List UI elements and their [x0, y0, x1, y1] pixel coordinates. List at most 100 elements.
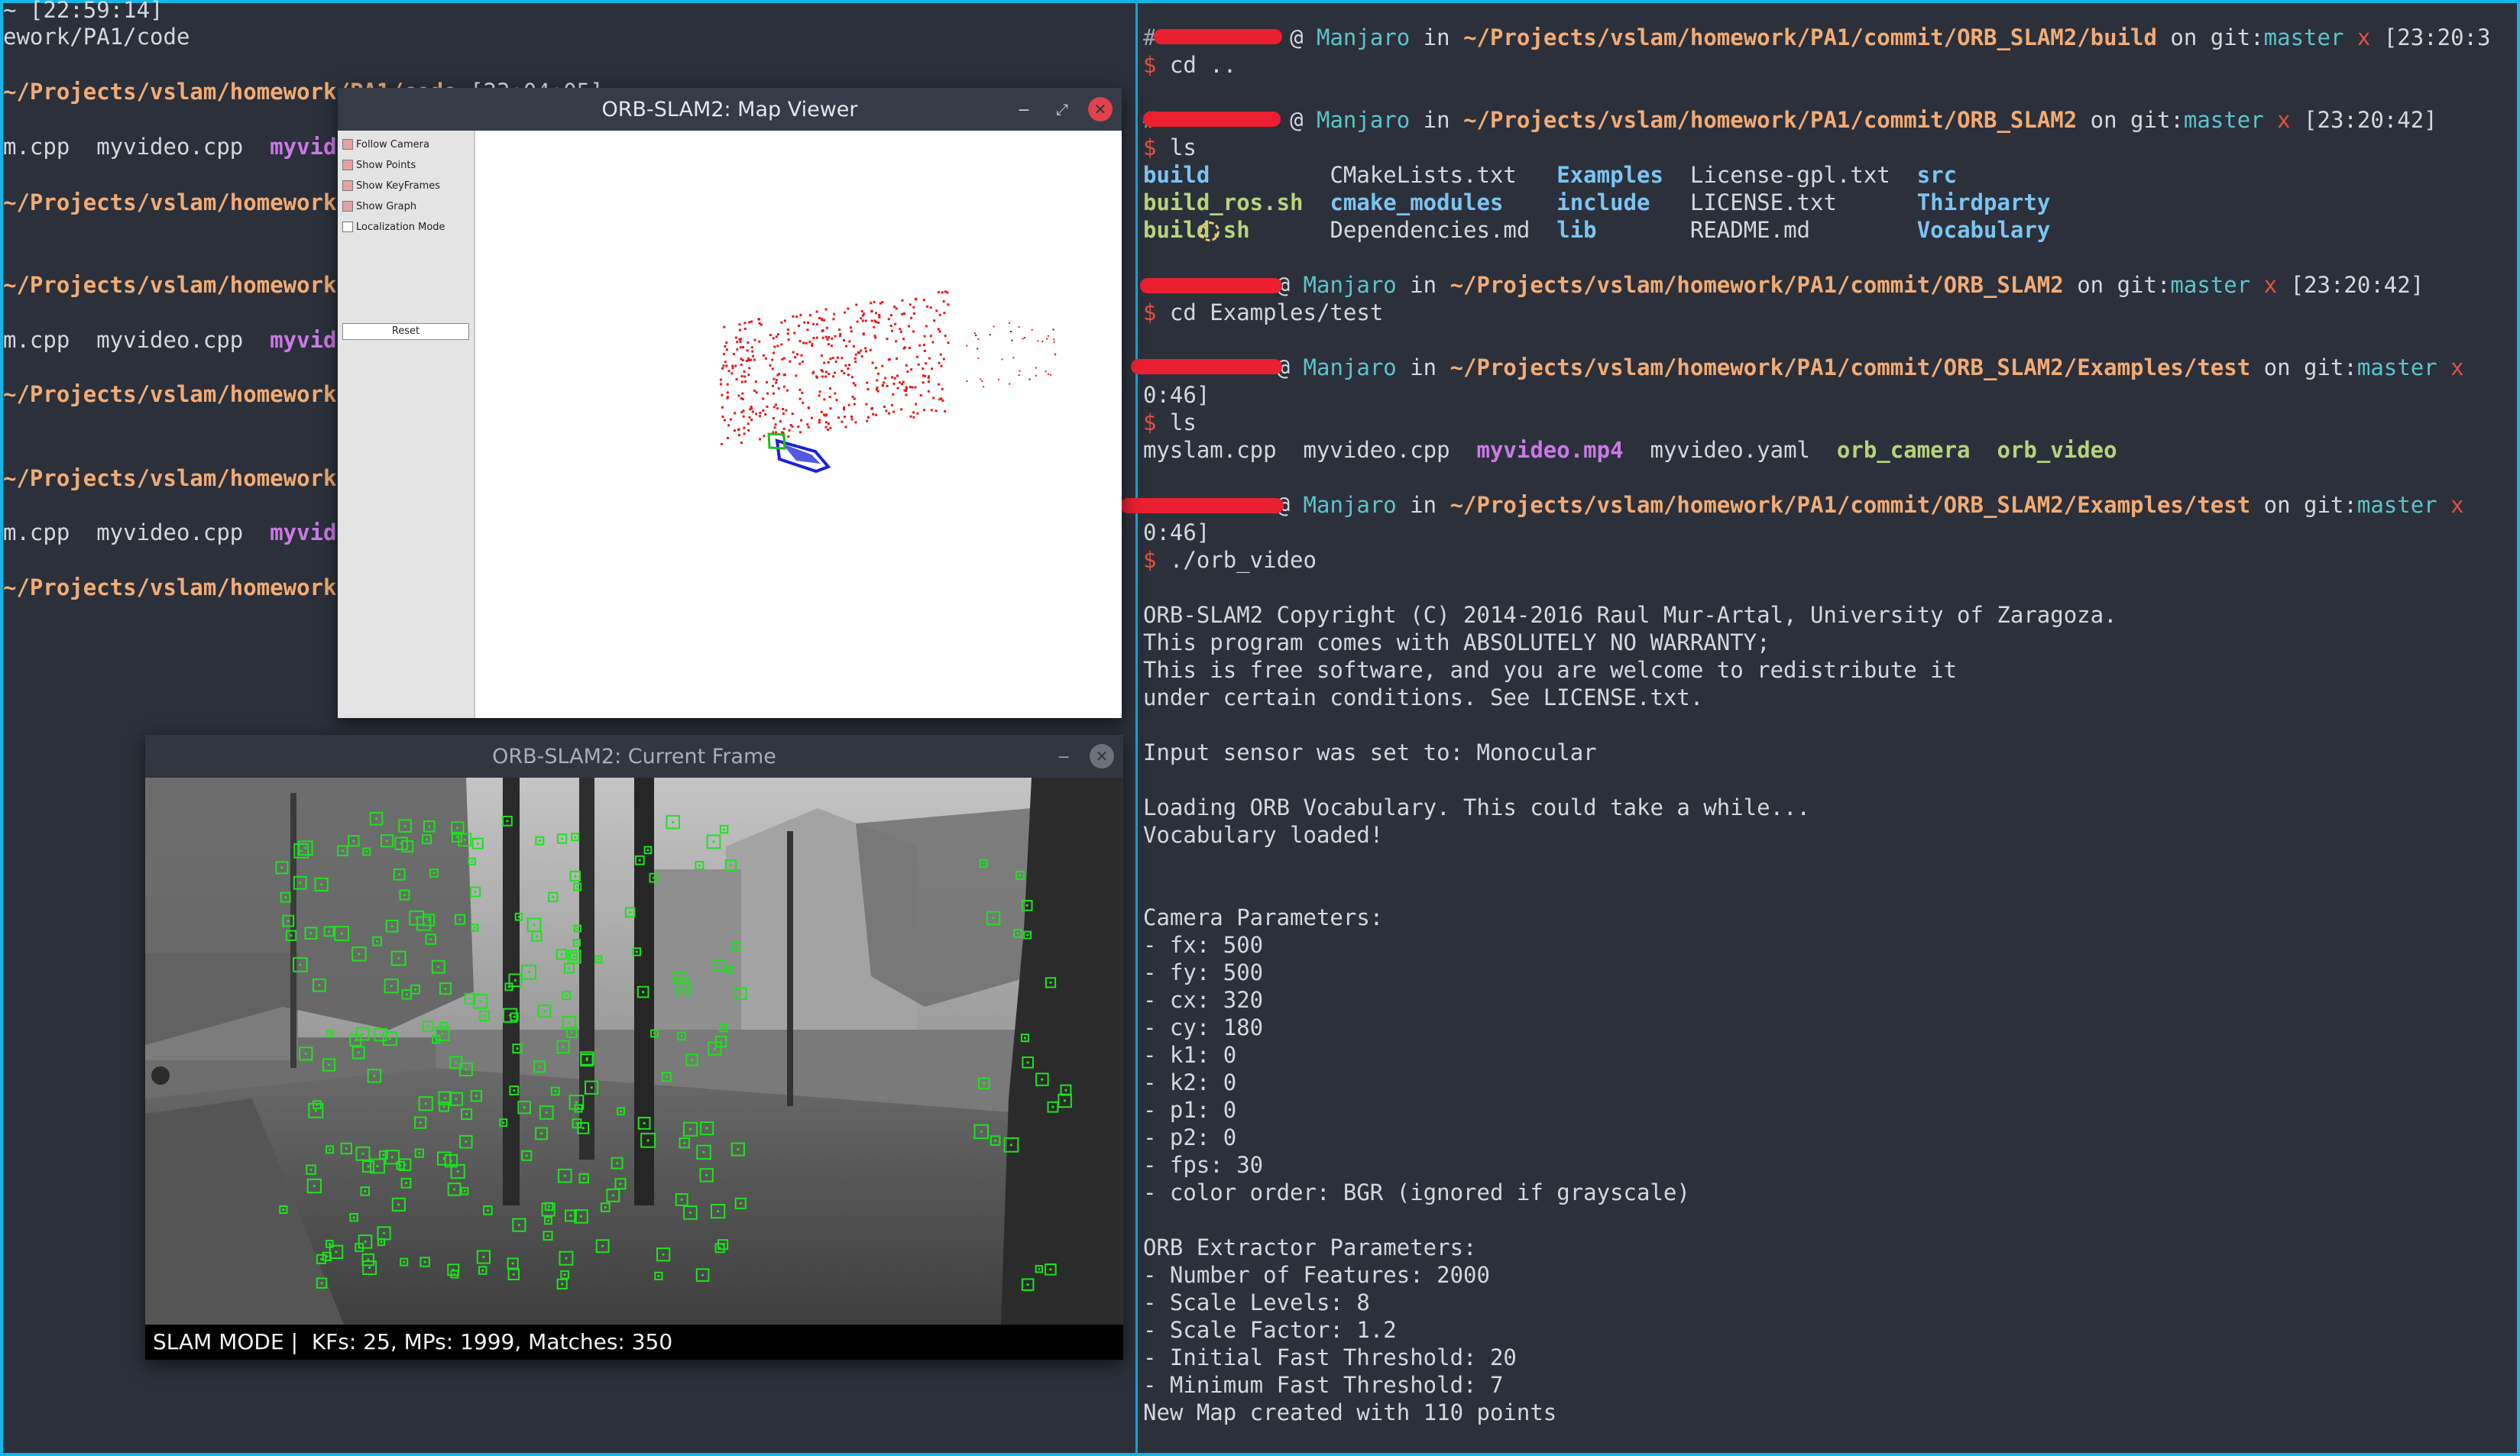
map-viewer-window[interactable]: ORB-SLAM2: Map Viewer ‒ ⤢ ✕ Follow Camer…: [338, 88, 1122, 718]
map-point: [835, 399, 838, 402]
map-point: [919, 394, 922, 396]
show-points-checkbox[interactable]: Show Points: [342, 156, 416, 174]
checkbox-box[interactable]: [342, 139, 353, 150]
map-canvas[interactable]: [475, 131, 1122, 718]
map-viewer-titlebar[interactable]: ORB-SLAM2: Map Viewer: [338, 88, 1122, 131]
terminal-text: master: [2170, 272, 2251, 298]
close-icon[interactable]: ✕: [1088, 97, 1113, 121]
map-point: [812, 322, 815, 325]
map-point: [849, 326, 852, 329]
current-frame-titlebar[interactable]: ORB-SLAM2: Current Frame: [145, 735, 1123, 778]
checkbox-label: Show KeyFrames: [356, 180, 441, 192]
map-point: [865, 403, 868, 406]
orb-keypoint-dot: [574, 836, 577, 839]
terminal-text: ~/Projects/vslam/homework/PA1/commit/ORB…: [1449, 354, 2251, 380]
orb-keypoint-dot: [646, 849, 649, 852]
terminal-text: - color order: BGR (ignored if grayscale…: [1143, 1179, 1690, 1205]
orb-keypoint-dot: [502, 1121, 505, 1124]
terminal-text: License-gpl.txt: [1663, 162, 1917, 188]
terminal-text: myslam.cpp myvideo.cpp: [1143, 437, 1477, 463]
orb-keypoint-dot: [643, 1121, 646, 1124]
terminal-text: ./orb_video: [1169, 547, 1317, 573]
map-point: [824, 335, 828, 338]
map-point: [852, 382, 855, 385]
checkbox-box[interactable]: [342, 222, 353, 232]
terminal-line: build_ros.sh cmake_modules include LICEN…: [1143, 189, 2050, 216]
orb-keypoint-dot: [1016, 932, 1019, 935]
map-point: [743, 370, 746, 373]
right-terminal[interactable]: # @ Manjaro in ~/Projects/vslam/homework…: [1143, 0, 2515, 1456]
maximize-icon[interactable]: ⤢: [1050, 97, 1074, 121]
show-graph-checkbox[interactable]: Show Graph: [342, 197, 416, 215]
terminal-text: cmake_modules: [1330, 189, 1504, 215]
minimize-icon[interactable]: ‒: [1012, 97, 1036, 121]
map-point: [740, 380, 743, 383]
map-point: [827, 429, 830, 431]
map-point: [823, 319, 826, 322]
orb-keypoint-dot: [616, 1162, 619, 1165]
map-point: [741, 392, 744, 395]
map-point: [815, 375, 818, 378]
terminal-text: $: [1143, 409, 1170, 435]
map-point: [787, 338, 790, 341]
localization-mode-checkbox[interactable]: Localization Mode: [342, 218, 445, 236]
map-point: [751, 350, 754, 353]
map-point: [909, 415, 912, 418]
map-point: [975, 335, 977, 337]
map-point: [923, 349, 926, 352]
checkbox-box[interactable]: [342, 180, 353, 191]
orb-keypoint-dot: [352, 840, 355, 843]
map-point: [769, 364, 772, 367]
map-point: [876, 379, 879, 382]
terminal-line: - Initial Fast Threshold: 20: [1143, 1344, 1517, 1371]
follow-camera-checkbox[interactable]: Follow Camera: [342, 135, 429, 154]
reset-button[interactable]: Reset: [342, 323, 469, 340]
current-frame-window[interactable]: ORB-SLAM2: Current Frame ‒ ✕ SLAM MODE |…: [145, 735, 1123, 1360]
minimize-icon[interactable]: ‒: [1051, 744, 1076, 768]
terminal-line: - p2: 0: [1143, 1124, 1236, 1151]
terminal-text: Camera Parameters:: [1143, 904, 1384, 930]
map-point: [834, 335, 837, 338]
orb-keypoint-dot: [390, 924, 394, 927]
orb-keypoint-dot: [320, 883, 323, 886]
map-point: [866, 419, 869, 422]
orb-keypoint-dot: [657, 1274, 660, 1277]
map-point: [743, 375, 746, 378]
terminal-text: - Initial Fast Threshold: 20: [1143, 1344, 1517, 1370]
orb-keypoint-dot: [282, 1208, 285, 1212]
map-point: [912, 306, 915, 309]
map-point: [738, 328, 741, 332]
map-point: [736, 348, 739, 351]
orb-keypoint-dot: [653, 1032, 656, 1035]
terminal-text: Manjaro: [1303, 354, 1397, 380]
map-point: [751, 410, 754, 413]
orb-keypoint-dot: [646, 1139, 649, 1142]
terminal-line: ework/PA1/code: [3, 23, 189, 50]
terminal-text: Input sensor was set to: Monocular: [1143, 739, 1597, 765]
map-point: [886, 338, 889, 341]
map-point: [780, 321, 783, 324]
terminal-text: README.md: [1596, 217, 1917, 243]
orb-keypoint-dot: [309, 1168, 313, 1171]
map-point: [938, 398, 941, 401]
terminal-text: Vocabulary loaded!: [1143, 822, 1384, 848]
map-point: [847, 403, 850, 406]
show-keyframes-checkbox[interactable]: Show KeyFrames: [342, 176, 440, 195]
orb-keypoint-dot: [452, 1188, 456, 1191]
checkbox-box[interactable]: [342, 160, 353, 170]
orb-keypoint-dot: [538, 840, 542, 843]
checkbox-box[interactable]: [342, 201, 353, 212]
orb-keypoint-dot: [1025, 904, 1028, 907]
map-point: [772, 384, 774, 387]
checkbox-label: Follow Camera: [356, 138, 429, 150]
orb-keypoint-dot: [679, 976, 682, 979]
map-point: [879, 302, 882, 305]
map-point: [843, 339, 845, 341]
map-point: [753, 389, 756, 392]
terminal-text: ~ [22:59:14]: [3, 0, 164, 23]
terminal-text: under certain conditions. See LICENSE.tx…: [1143, 684, 1704, 710]
map-point: [1024, 337, 1025, 339]
close-icon[interactable]: ✕: [1090, 744, 1114, 768]
pane-divider[interactable]: [1135, 0, 1138, 1456]
map-point: [850, 418, 853, 421]
